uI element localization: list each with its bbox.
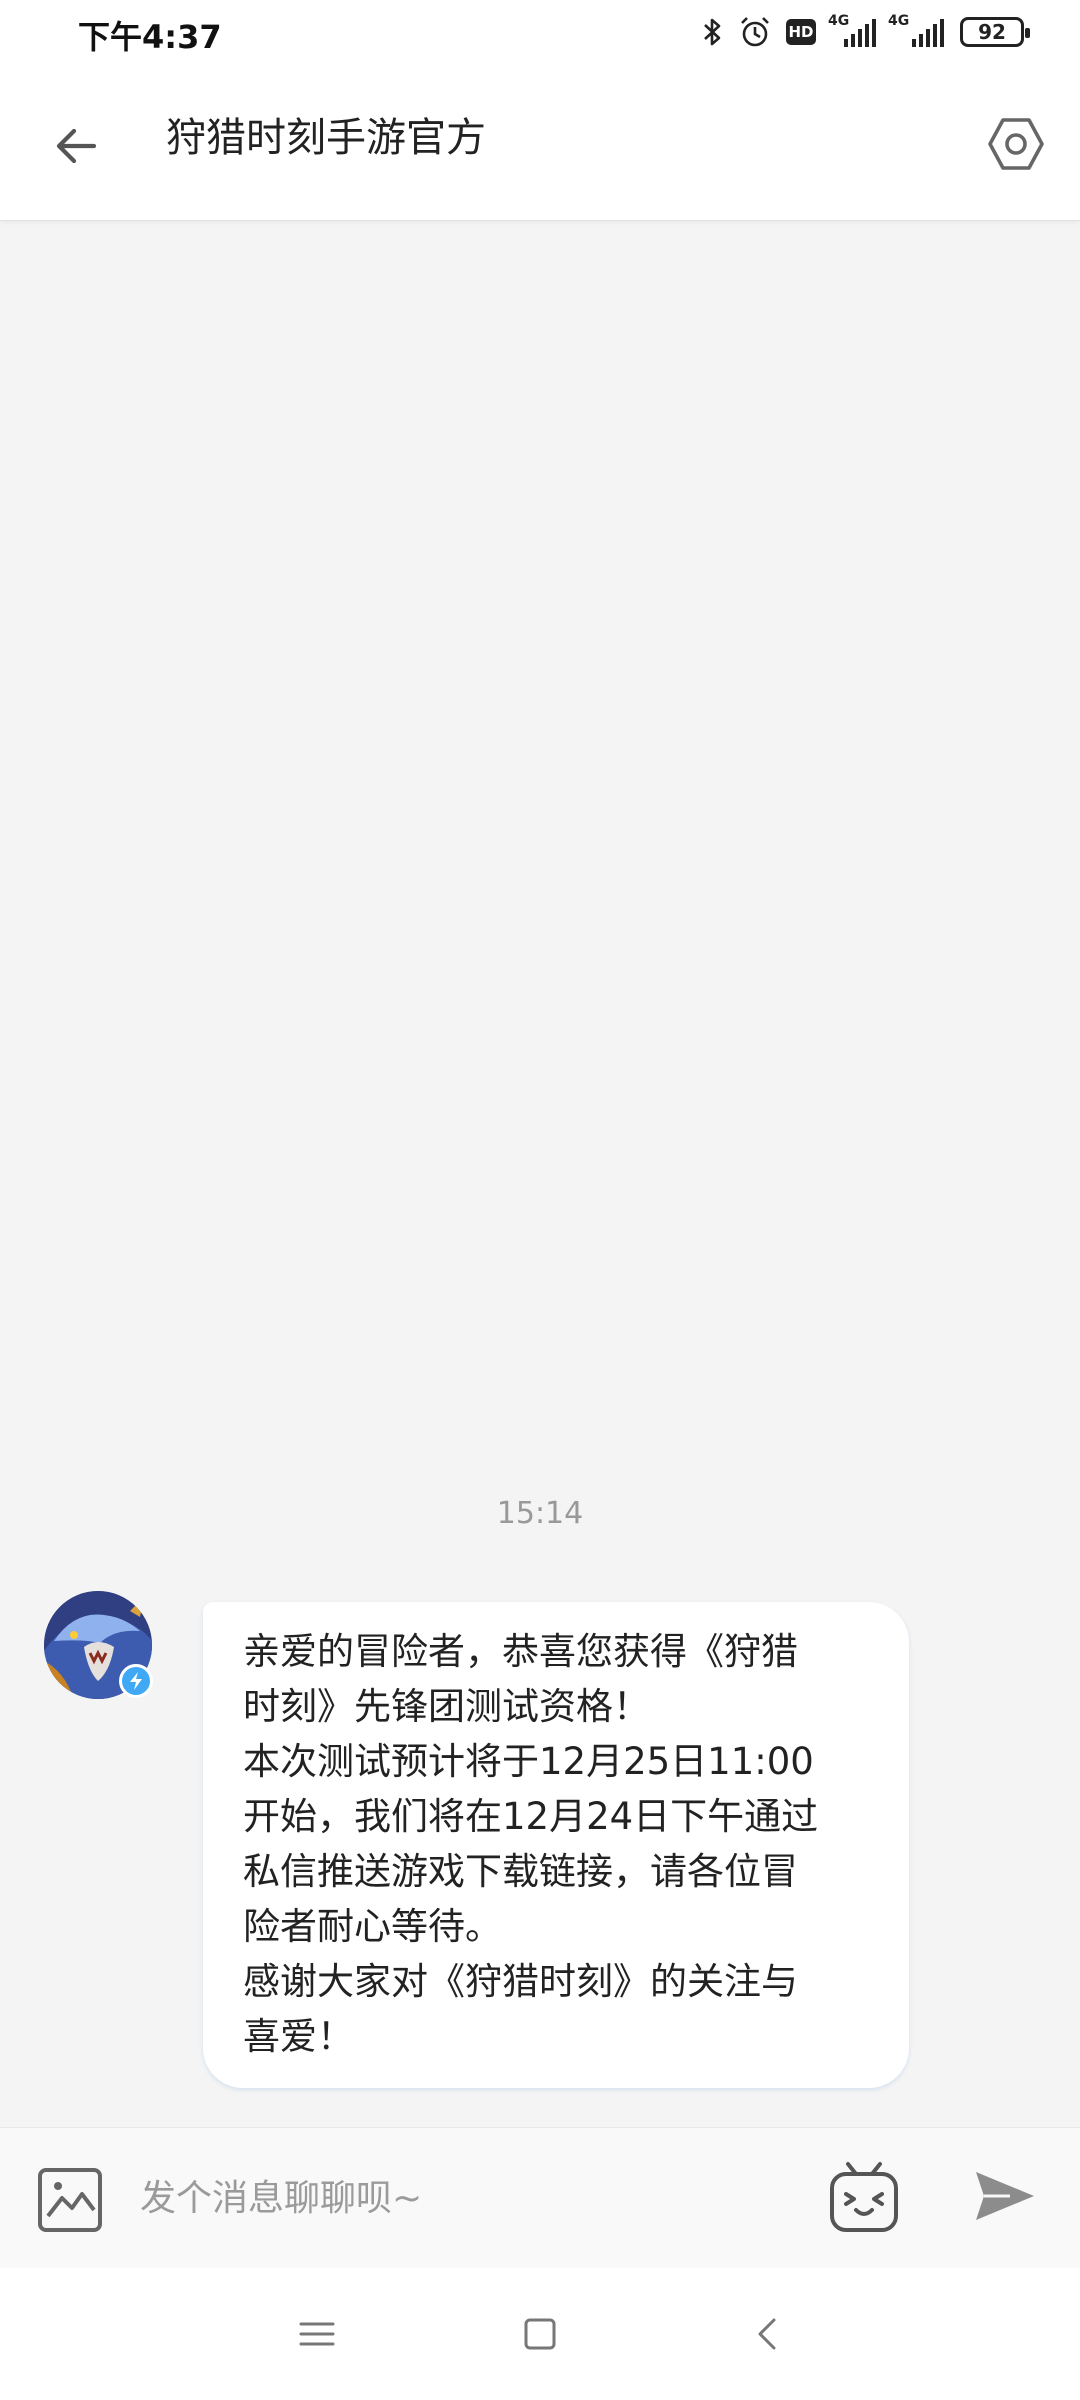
status-time: 下午4:37 xyxy=(78,18,222,56)
arrow-left-icon xyxy=(56,128,97,164)
message-line: 感谢大家对《狩猎时刻》的关注与 xyxy=(243,1960,798,2003)
tv-emoji-icon xyxy=(830,2162,898,2232)
network-label-2: 4G xyxy=(888,13,910,29)
message-line: 亲爱的冒险者，恭喜您获得《狩猎 xyxy=(243,1630,798,1673)
home-square-icon xyxy=(524,2318,556,2350)
back-button[interactable] xyxy=(40,110,112,182)
send-button[interactable] xyxy=(974,2168,1044,2230)
settings-button[interactable] xyxy=(980,108,1052,180)
message-timestamp: 15:14 xyxy=(496,1496,584,1531)
hexagon-settings-icon xyxy=(988,118,1044,170)
nav-home-button[interactable] xyxy=(518,2312,562,2356)
battery-level: 92 xyxy=(978,20,1006,44)
message-line: 险者耐心等待。 xyxy=(243,1905,502,1948)
message-line: 时刻》先锋团测试资格！ xyxy=(243,1685,650,1728)
status-bar: 下午4:37 HD 4G 4G 92 xyxy=(0,0,1080,66)
message-line: 喜爱！ xyxy=(243,2015,354,2058)
page-title: 狩猎时刻手游官方 xyxy=(166,115,486,161)
image-icon xyxy=(38,2168,102,2232)
message-composer xyxy=(0,2127,1080,2268)
signal-icon-2: 4G xyxy=(888,13,946,49)
message-bubble[interactable]: 亲爱的冒险者，恭喜您获得《狩猎 时刻》先锋团测试资格！ 本次测试预计将于12月2… xyxy=(203,1602,909,2088)
verified-badge xyxy=(119,1664,153,1698)
system-nav-bar xyxy=(0,2268,1080,2400)
send-icon xyxy=(976,2172,1034,2220)
alarm-icon xyxy=(741,17,769,47)
emoji-button[interactable] xyxy=(826,2160,902,2236)
message-input[interactable] xyxy=(140,2168,780,2230)
network-label-1: 4G xyxy=(828,13,850,29)
nav-back-button[interactable] xyxy=(746,2312,790,2356)
message-line: 私信推送游戏下载链接，请各位冒 xyxy=(243,1850,798,1893)
chevron-left-icon xyxy=(758,2318,776,2350)
bluetooth-icon xyxy=(704,18,721,46)
image-button[interactable] xyxy=(36,2166,104,2234)
message-line: 本次测试预计将于12月25日11:00 xyxy=(243,1740,814,1783)
battery-icon: 92 xyxy=(960,17,1030,47)
message-line: 开始，我们将在12月24日下午通过 xyxy=(243,1795,819,1838)
hd-icon: HD xyxy=(786,19,816,45)
menu-icon xyxy=(299,2322,335,2346)
nav-menu-button[interactable] xyxy=(295,2312,339,2356)
app-bar: 狩猎时刻手游官方 xyxy=(0,66,1080,221)
lightning-badge-icon xyxy=(130,1672,142,1690)
status-icons: HD 4G 4G 92 xyxy=(702,13,1030,50)
signal-icon-1: 4G xyxy=(828,13,876,49)
